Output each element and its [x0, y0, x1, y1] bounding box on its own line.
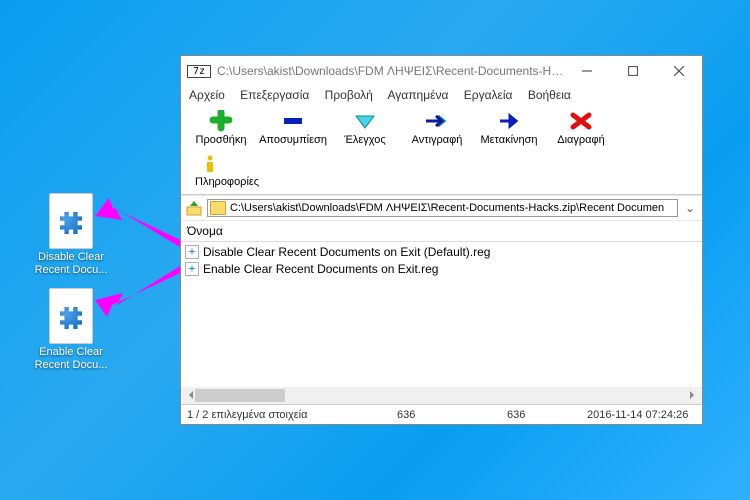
- menu-help[interactable]: Βοήθεια: [528, 88, 571, 102]
- path-text: C:\Users\akist\Downloads\FDM ΛΗΨΕΙΣ\Rece…: [230, 202, 664, 214]
- tool-label: Διαγραφή: [545, 134, 617, 146]
- up-folder-button[interactable]: [185, 199, 203, 217]
- horizontal-scrollbar[interactable]: [181, 387, 702, 404]
- tool-label: Μετακίνηση: [473, 134, 545, 146]
- statusbar: 1 / 2 επιλεγμένα στοιχεία 636 636 2016-1…: [181, 404, 702, 424]
- menu-view[interactable]: Προβολή: [325, 88, 373, 102]
- menubar: Αρχείο Επεξεργασία Προβολή Αγαπημένα Εργ…: [181, 86, 702, 106]
- menu-edit[interactable]: Επεξεργασία: [240, 88, 309, 102]
- file-name: Disable Clear Recent Documents on Exit (…: [203, 245, 490, 259]
- menu-file[interactable]: Αρχείο: [189, 88, 225, 102]
- path-dropdown-button[interactable]: ⌄: [682, 201, 698, 215]
- tool-label: Αποσυμπίεση: [257, 134, 329, 146]
- sevenzip-window: 7z C:\Users\akist\Downloads\FDM ΛΗΨΕΙΣ\R…: [180, 55, 703, 425]
- info-button[interactable]: Πληροφορίες: [185, 152, 698, 194]
- path-input[interactable]: C:\Users\akist\Downloads\FDM ΛΗΨΕΙΣ\Rece…: [207, 199, 678, 217]
- status-size1: 636: [391, 409, 501, 421]
- reg-file-icon: [185, 245, 199, 259]
- status-date: 2016-11-14 07:24:26: [581, 409, 702, 421]
- tool-label: Πληροφορίες: [195, 176, 698, 188]
- tool-label: Προσθήκη: [185, 134, 257, 146]
- extract-button[interactable]: Αποσυμπίεση: [257, 108, 329, 152]
- app-icon: 7z: [187, 65, 211, 78]
- toolbar: Προσθήκη Αποσυμπίεση Έλεγχος Αντιγραφή Μ…: [181, 106, 702, 195]
- scrollbar-thumb[interactable]: [195, 389, 285, 402]
- copy-button[interactable]: Αντιγραφή: [401, 108, 473, 152]
- tool-label: Αντιγραφή: [401, 134, 473, 146]
- status-selection: 1 / 2 επιλεγμένα στοιχεία: [181, 409, 391, 421]
- menu-tools[interactable]: Εργαλεία: [464, 88, 513, 102]
- reg-file-icon: [49, 193, 93, 249]
- status-size2: 636: [501, 409, 581, 421]
- add-button[interactable]: Προσθήκη: [185, 108, 257, 152]
- column-header-name[interactable]: Όνομα: [181, 221, 702, 242]
- file-list[interactable]: Disable Clear Recent Documents on Exit (…: [181, 242, 702, 387]
- reg-file-icon: [185, 262, 199, 276]
- delete-button[interactable]: Διαγραφή: [545, 108, 617, 152]
- reg-file-icon: [49, 288, 93, 344]
- window-title: C:\Users\akist\Downloads\FDM ΛΗΨΕΙΣ\Rece…: [217, 64, 564, 78]
- maximize-button[interactable]: [610, 56, 656, 86]
- tool-label: Έλεγχος: [329, 134, 401, 146]
- move-button[interactable]: Μετακίνηση: [473, 108, 545, 152]
- close-button[interactable]: [656, 56, 702, 86]
- minimize-button[interactable]: [564, 56, 610, 86]
- menu-favorites[interactable]: Αγαπημένα: [388, 88, 449, 102]
- desktop-icon-label: Enable Clear Recent Docu...: [32, 346, 110, 371]
- titlebar[interactable]: 7z C:\Users\akist\Downloads\FDM ΛΗΨΕΙΣ\R…: [181, 56, 702, 86]
- test-button[interactable]: Έλεγχος: [329, 108, 401, 152]
- pathbar: C:\Users\akist\Downloads\FDM ΛΗΨΕΙΣ\Rece…: [181, 195, 702, 221]
- file-row[interactable]: Disable Clear Recent Documents on Exit (…: [183, 243, 700, 260]
- file-name: Enable Clear Recent Documents on Exit.re…: [203, 262, 438, 276]
- folder-icon: [210, 201, 226, 215]
- file-row[interactable]: Enable Clear Recent Documents on Exit.re…: [183, 260, 700, 277]
